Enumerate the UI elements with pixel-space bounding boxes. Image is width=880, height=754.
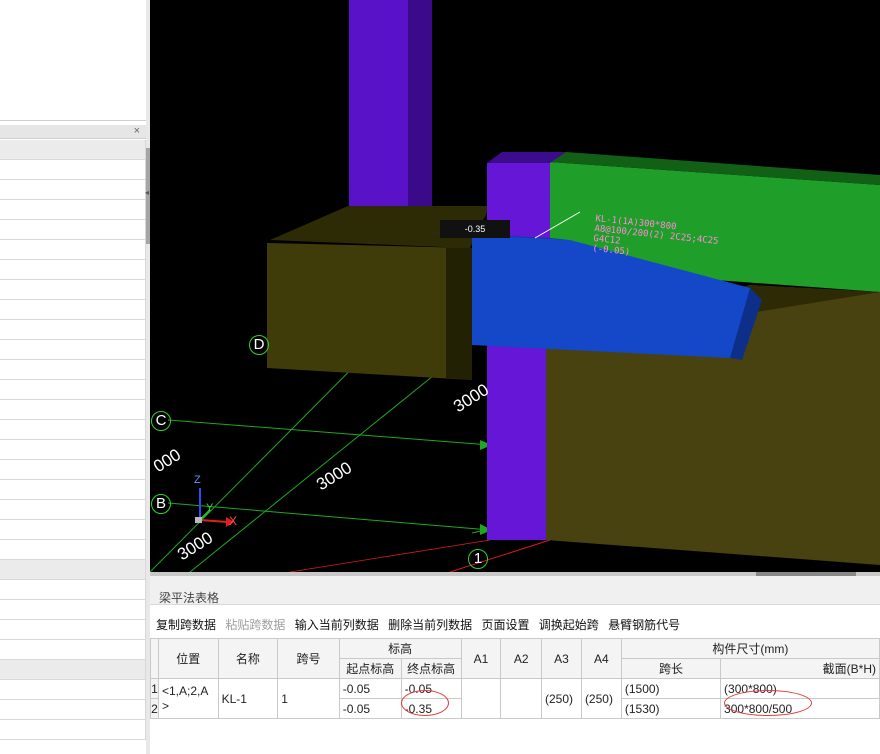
col-header-a3[interactable]: A3 bbox=[541, 638, 582, 679]
property-row[interactable] bbox=[0, 180, 146, 200]
copy-span-button[interactable]: 复制跨数据 bbox=[156, 616, 216, 633]
cell-a1[interactable] bbox=[460, 678, 502, 719]
property-group-row[interactable] bbox=[0, 560, 146, 580]
row-number: 2 bbox=[150, 698, 159, 719]
cell-position[interactable]: <1,A;2,A> bbox=[157, 678, 219, 719]
col-header-section[interactable]: 截面(B*H) bbox=[720, 658, 880, 679]
col-header-position[interactable]: 位置 bbox=[157, 638, 219, 679]
property-rows bbox=[0, 140, 146, 740]
cell-span-no[interactable]: 1 bbox=[277, 678, 340, 719]
elevation-tag: -0.35 bbox=[440, 220, 510, 238]
panel-title-bar: 梁平法表格 bbox=[150, 576, 880, 605]
property-row[interactable] bbox=[0, 720, 146, 740]
table-row[interactable]: 1 <1,A;2,A> KL-1 1 -0.05 -0.05 (250) (25… bbox=[150, 678, 880, 719]
property-row[interactable] bbox=[0, 700, 146, 720]
cell-section[interactable]: (300*800) bbox=[720, 678, 880, 699]
cell-span-length[interactable]: (1500) bbox=[620, 678, 722, 699]
property-row[interactable] bbox=[0, 480, 146, 500]
col-header-a1[interactable]: A1 bbox=[460, 638, 502, 679]
col-header-member-size: 构件尺寸(mm) bbox=[620, 638, 880, 659]
property-row[interactable] bbox=[0, 580, 146, 600]
property-row[interactable] bbox=[0, 160, 146, 180]
property-group-row[interactable] bbox=[0, 660, 146, 680]
z-axis-label: Z bbox=[194, 474, 201, 486]
property-row[interactable] bbox=[0, 640, 146, 660]
col-header-elevation: 标高 bbox=[338, 638, 462, 659]
cantilever-rebar-code-button[interactable]: 悬臂钢筋代号 bbox=[608, 616, 680, 633]
property-row[interactable] bbox=[0, 440, 146, 460]
property-row[interactable] bbox=[0, 600, 146, 620]
property-row[interactable] bbox=[0, 500, 146, 520]
col-header-a2[interactable]: A2 bbox=[500, 638, 543, 679]
delete-column-button[interactable]: 删除当前列数据 bbox=[388, 616, 472, 633]
property-row[interactable] bbox=[0, 220, 146, 240]
property-row[interactable] bbox=[0, 540, 146, 560]
property-row[interactable] bbox=[0, 420, 146, 440]
property-row[interactable] bbox=[0, 460, 146, 480]
property-row[interactable] bbox=[0, 680, 146, 700]
grid-bubble-c: C bbox=[151, 411, 171, 431]
close-icon[interactable]: × bbox=[134, 124, 140, 138]
cell-name[interactable]: KL-1 bbox=[217, 678, 279, 719]
property-row[interactable] bbox=[0, 340, 146, 360]
property-panel-header: × bbox=[0, 125, 146, 139]
property-row[interactable] bbox=[0, 200, 146, 220]
property-row[interactable] bbox=[0, 280, 146, 300]
cell-a4[interactable]: (250) bbox=[580, 678, 622, 719]
col-header-name[interactable]: 名称 bbox=[217, 638, 279, 679]
y-axis-label: Y bbox=[206, 502, 214, 514]
row-number-header bbox=[150, 638, 159, 679]
cell-span-length[interactable]: (1530) bbox=[620, 698, 722, 719]
property-row[interactable] bbox=[0, 380, 146, 400]
col-header-end-elevation[interactable]: 终点标高 bbox=[400, 658, 462, 679]
cell-end-elevation[interactable]: -0.05 bbox=[400, 678, 462, 699]
col-header-span-no[interactable]: 跨号 bbox=[277, 638, 340, 679]
cell-start-elevation[interactable]: -0.05 bbox=[338, 698, 402, 719]
cell-section[interactable]: 300*800/500 bbox=[720, 698, 880, 719]
property-row[interactable] bbox=[0, 320, 146, 340]
property-row[interactable] bbox=[0, 360, 146, 380]
row-number: 1 bbox=[150, 678, 159, 699]
swap-start-span-button[interactable]: 调换起始跨 bbox=[539, 616, 599, 633]
panel-title: 梁平法表格 bbox=[159, 591, 220, 605]
3d-scene bbox=[150, 0, 880, 572]
property-row[interactable] bbox=[0, 300, 146, 320]
collapse-arrow-icon[interactable]: ◂ bbox=[145, 188, 149, 197]
cell-start-elevation[interactable]: -0.05 bbox=[338, 678, 402, 699]
x-axis-label: X bbox=[229, 514, 238, 528]
property-row[interactable] bbox=[0, 140, 146, 160]
cell-end-elevation[interactable]: -0.35 bbox=[400, 698, 462, 719]
beam-table-panel: 梁平法表格 复制跨数据 粘贴跨数据 输入当前列数据 删除当前列数据 页面设置 调… bbox=[150, 572, 880, 754]
3d-viewport[interactable]: Z Y X D C B 1 3000 3000 3000 000 KL-1(1A… bbox=[150, 0, 880, 572]
paste-span-button[interactable]: 粘贴跨数据 bbox=[225, 616, 285, 633]
grid-bubble-1: 1 bbox=[468, 549, 488, 569]
col-header-a4[interactable]: A4 bbox=[580, 638, 622, 679]
grid-bubble-b: B bbox=[151, 494, 171, 514]
component-list-box[interactable] bbox=[0, 0, 147, 121]
beam-data-table: 位置 名称 跨号 标高 A1 A2 A3 A4 构件尺寸(mm) 起点标高 终点… bbox=[150, 638, 880, 719]
table-toolbar: 复制跨数据 粘贴跨数据 输入当前列数据 删除当前列数据 页面设置 调换起始跨 悬… bbox=[156, 616, 686, 633]
grid-bubble-d: D bbox=[249, 335, 269, 355]
property-row[interactable] bbox=[0, 260, 146, 280]
property-row[interactable] bbox=[0, 400, 146, 420]
col-header-span-length[interactable]: 跨长 bbox=[620, 658, 722, 679]
cell-a2[interactable] bbox=[500, 678, 543, 719]
property-row[interactable] bbox=[0, 620, 146, 640]
input-column-button[interactable]: 输入当前列数据 bbox=[295, 616, 379, 633]
property-row[interactable] bbox=[0, 520, 146, 540]
page-setup-button[interactable]: 页面设置 bbox=[481, 616, 529, 633]
cell-a3[interactable]: (250) bbox=[541, 678, 582, 719]
property-panel: × bbox=[0, 0, 148, 754]
property-row[interactable] bbox=[0, 240, 146, 260]
col-header-start-elevation[interactable]: 起点标高 bbox=[338, 658, 402, 679]
